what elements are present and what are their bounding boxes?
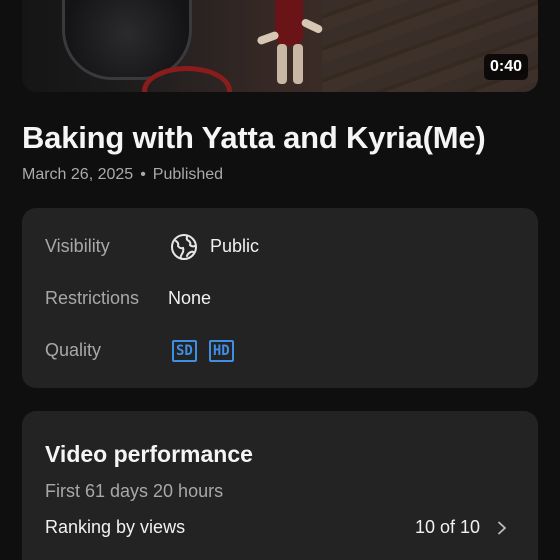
restrictions-row[interactable]: Restrictions None xyxy=(45,288,211,309)
ranking-value: 10 of 10 xyxy=(414,517,480,537)
ranking-label: Ranking by views xyxy=(45,517,186,537)
restrictions-value: None xyxy=(168,288,212,308)
video-thumbnail[interactable]: 0:40 xyxy=(22,0,538,92)
quality-badges: SD HD xyxy=(172,339,246,362)
restrictions-label: Restrictions xyxy=(45,288,140,308)
visibility-row[interactable]: Visibility Public xyxy=(45,233,259,260)
video-meta: March 26, 2025 • Published xyxy=(22,166,223,184)
video-title: Baking with Yatta and Kyria(Me) xyxy=(22,120,486,155)
chevron-right-icon xyxy=(498,521,506,534)
video-performance-card: Video performance First 61 days 20 hours… xyxy=(22,411,538,560)
hd-badge: HD xyxy=(208,339,234,362)
duration-badge: 0:40 xyxy=(483,54,528,80)
visibility-label: Visibility xyxy=(45,236,110,256)
ranking-row[interactable]: Ranking by views 10 of 10 xyxy=(45,517,508,538)
quality-label: Quality xyxy=(45,340,102,360)
publish-status: Published xyxy=(152,166,224,183)
sd-badge: SD xyxy=(172,339,197,362)
meta-separator: • xyxy=(140,166,146,183)
details-card: Visibility Public Restrictions None Qual… xyxy=(22,208,538,388)
video-details-page: 0:40 Baking with Yatta and Kyria(Me) Mar… xyxy=(0,0,560,560)
visibility-value-wrap: Public xyxy=(170,233,259,261)
performance-period: First 61 days 20 hours xyxy=(45,481,224,501)
performance-title: Video performance xyxy=(45,441,253,467)
publish-date: March 26, 2025 xyxy=(22,166,134,183)
ranking-value-wrap: 10 of 10 xyxy=(415,517,508,538)
quality-row: Quality SD HD xyxy=(45,339,234,362)
thumbnail-figure xyxy=(256,0,324,90)
globe-icon xyxy=(171,233,197,260)
visibility-value: Public xyxy=(210,236,260,256)
